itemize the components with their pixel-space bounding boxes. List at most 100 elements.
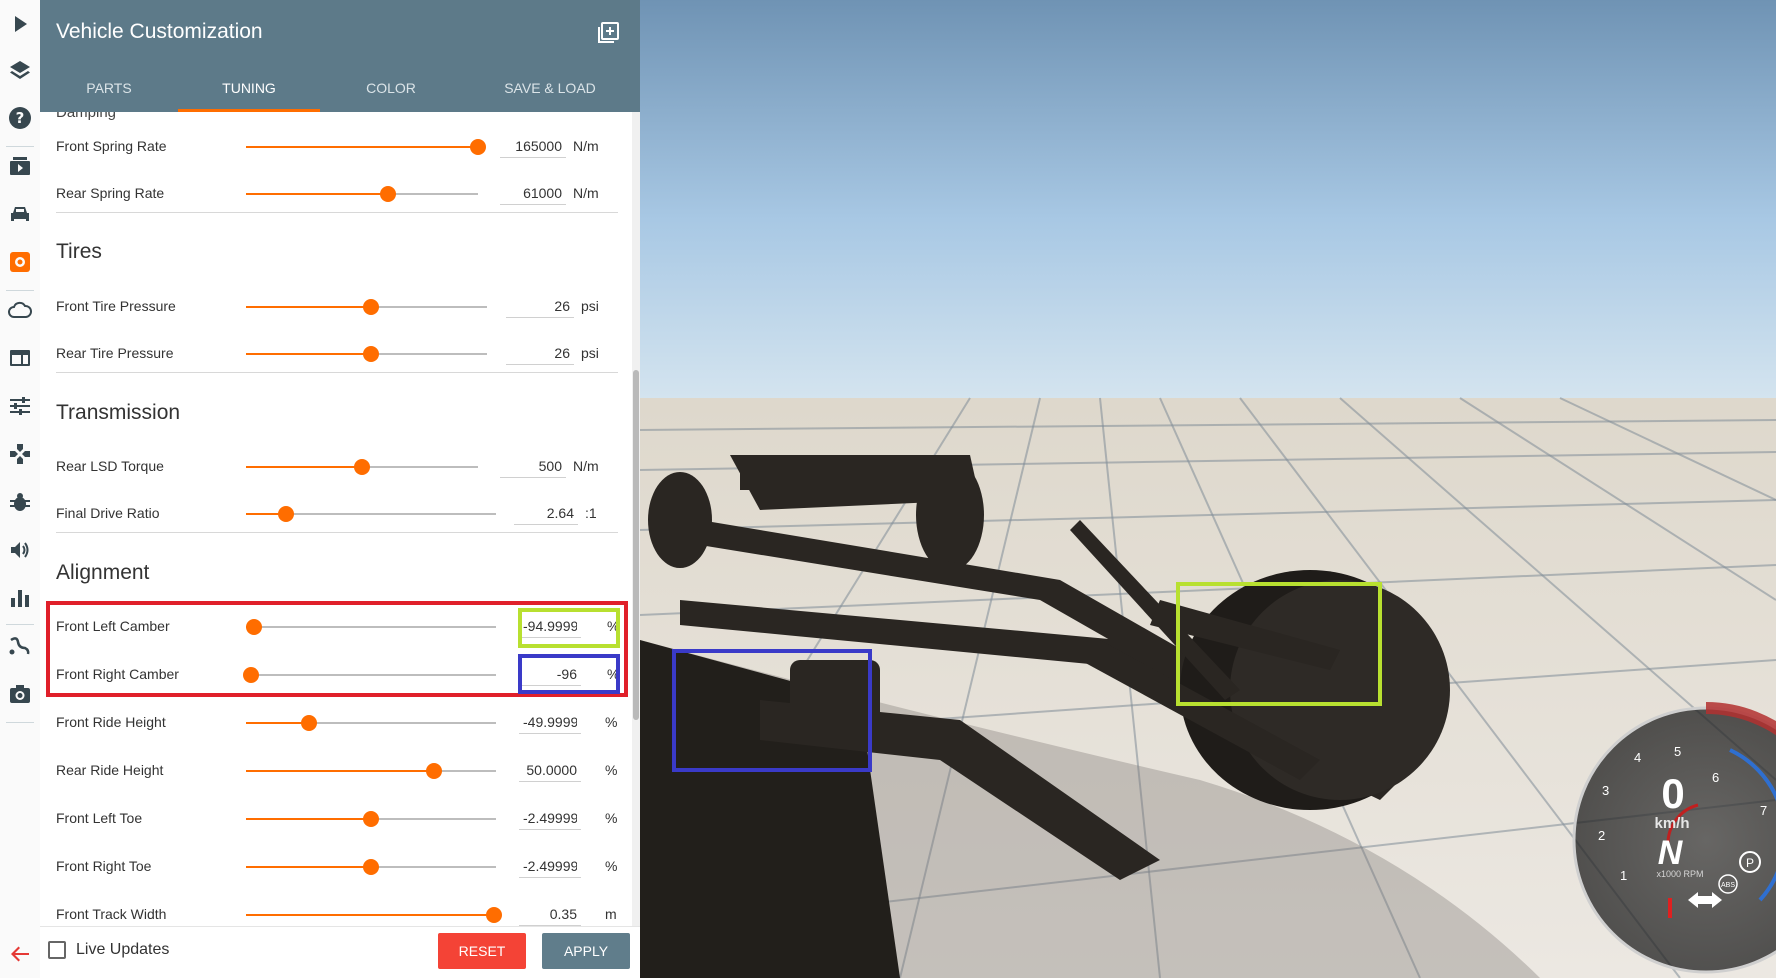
game-viewport[interactable]: 1 2 3 4 5 6 7 0 km/h N x1000 RPM P ABS — [640, 0, 1776, 978]
front-left-toe-input[interactable] — [519, 806, 581, 830]
tab-save-load[interactable]: Save & Load — [462, 66, 638, 112]
front-ride-height-slider[interactable] — [246, 715, 496, 731]
slider-knob[interactable] — [246, 619, 262, 635]
window-icon[interactable] — [0, 336, 40, 380]
slider-knob[interactable] — [363, 859, 379, 875]
front-right-camber-input[interactable] — [519, 662, 581, 686]
final-drive-ratio-slider[interactable] — [246, 506, 496, 522]
slider-knob[interactable] — [243, 667, 259, 683]
scrollbar-thumb[interactable] — [633, 370, 639, 720]
front-spring-rate-slider[interactable] — [246, 139, 486, 155]
car-icon[interactable] — [0, 192, 40, 236]
slider-knob[interactable] — [354, 459, 370, 475]
front-left-toe-slider[interactable] — [246, 811, 496, 827]
path-icon[interactable] — [0, 624, 40, 668]
sliders-icon[interactable] — [0, 384, 40, 428]
rear-spring-rate-slider[interactable] — [246, 186, 478, 202]
slider-knob[interactable] — [301, 715, 317, 731]
front-left-camber-slider[interactable] — [246, 619, 496, 635]
apply-button[interactable]: Apply — [542, 933, 630, 969]
cloud-icon[interactable] — [0, 288, 40, 332]
rpm-tick-label: 7 — [1760, 803, 1767, 818]
rpm-tick-label: 3 — [1602, 783, 1609, 798]
front-spring-rate-input[interactable] — [500, 134, 566, 158]
rear-spring-rate-input[interactable] — [500, 181, 566, 205]
slider-knob[interactable] — [470, 139, 486, 155]
rpm-tick-label: 6 — [1712, 770, 1719, 785]
front-track-width-slider[interactable] — [246, 907, 502, 923]
slider-knob[interactable] — [486, 907, 502, 923]
row-label-front-left-camber: Front Left Camber — [56, 618, 170, 634]
slider-knob[interactable] — [363, 299, 379, 315]
rpm-tick-label: 4 — [1634, 750, 1641, 765]
rear-tire-pressure-input[interactable] — [506, 341, 574, 365]
unit-label: N/m — [573, 458, 599, 474]
unit-label: psi — [581, 345, 599, 361]
unit-label: % — [605, 762, 618, 778]
front-right-camber-slider[interactable] — [243, 667, 496, 683]
live-updates-label: Live Updates — [76, 941, 170, 958]
front-right-toe-slider[interactable] — [246, 859, 496, 875]
rear-lsd-torque-slider[interactable] — [246, 459, 478, 475]
row-label-front-right-camber: Front Right Camber — [56, 666, 179, 682]
section-title-alignment: Alignment — [56, 561, 150, 584]
row-label-front-ride-height: Front Ride Height — [56, 714, 166, 730]
panel-footer: Live Updates Reset Apply — [40, 926, 640, 979]
add-window-icon[interactable] — [596, 21, 620, 45]
row-label-final-drive-ratio: Final Drive Ratio — [56, 505, 160, 521]
layers-icon[interactable] — [0, 48, 40, 92]
slider-knob[interactable] — [426, 763, 442, 779]
speed-readout: 0 — [1661, 770, 1684, 817]
reset-button[interactable]: Reset — [438, 933, 526, 969]
svg-text:?: ? — [16, 109, 25, 127]
live-updates-checkbox[interactable] — [48, 941, 66, 959]
video-icon[interactable] — [0, 144, 40, 188]
row-label-rear-tire-pressure: Rear Tire Pressure — [56, 345, 174, 361]
speed-unit-label: km/h — [1654, 815, 1689, 832]
panel-header: Vehicle Customization Parts Tuning Color… — [40, 0, 640, 112]
row-label-rear-lsd-torque: Rear LSD Torque — [56, 458, 164, 474]
rpm-tick-label: 2 — [1598, 828, 1605, 843]
front-track-width-input[interactable] — [519, 902, 581, 926]
unit-label: % — [605, 714, 618, 730]
bug-icon[interactable] — [0, 480, 40, 524]
tab-parts[interactable]: Parts — [40, 66, 178, 112]
front-tire-pressure-slider[interactable] — [246, 299, 487, 315]
tab-color[interactable]: Color — [320, 66, 462, 112]
help-icon[interactable]: ? — [0, 96, 40, 140]
abs-label: ABS — [1721, 882, 1735, 889]
slider-knob[interactable] — [363, 346, 379, 362]
rear-ride-height-slider[interactable] — [246, 763, 496, 779]
unit-label: % — [605, 858, 618, 874]
vehicle-customization-panel: Vehicle Customization Parts Tuning Color… — [40, 0, 640, 979]
gamepad-icon[interactable] — [0, 432, 40, 476]
unit-label: :1 — [585, 505, 597, 521]
panel-title: Vehicle Customization — [56, 20, 263, 43]
arrow-left-icon[interactable] — [0, 938, 40, 970]
rpm-tick-label: 1 — [1620, 868, 1627, 883]
rear-ride-height-input[interactable] — [519, 758, 581, 782]
rear-tire-pressure-slider[interactable] — [246, 346, 487, 362]
unit-label: % — [607, 666, 620, 682]
front-left-camber-input[interactable] — [519, 614, 581, 638]
section-title-transmission: Transmission — [56, 401, 181, 424]
camera-icon[interactable] — [0, 672, 40, 716]
unit-label: N/m — [573, 138, 599, 154]
front-ride-height-input[interactable] — [519, 710, 581, 734]
divider — [56, 532, 618, 533]
front-tire-pressure-input[interactable] — [506, 294, 574, 318]
final-drive-ratio-input[interactable] — [514, 501, 578, 525]
tab-tuning[interactable]: Tuning — [178, 66, 320, 112]
slider-knob[interactable] — [380, 186, 396, 202]
bar-chart-icon[interactable] — [0, 576, 40, 620]
slider-knob[interactable] — [278, 506, 294, 522]
tuning-scroll-area[interactable]: Damping Front Spring Rate N/m Rear Sprin… — [40, 112, 640, 926]
front-right-toe-input[interactable] — [519, 854, 581, 878]
slider-knob[interactable] — [363, 811, 379, 827]
volume-icon[interactable] — [0, 528, 40, 572]
row-label-front-spring-rate: Front Spring Rate — [56, 138, 167, 154]
redline-indicator — [1668, 898, 1672, 918]
settings-gear-icon[interactable] — [0, 240, 40, 284]
rear-lsd-torque-input[interactable] — [500, 454, 566, 478]
play-icon[interactable] — [0, 2, 40, 46]
